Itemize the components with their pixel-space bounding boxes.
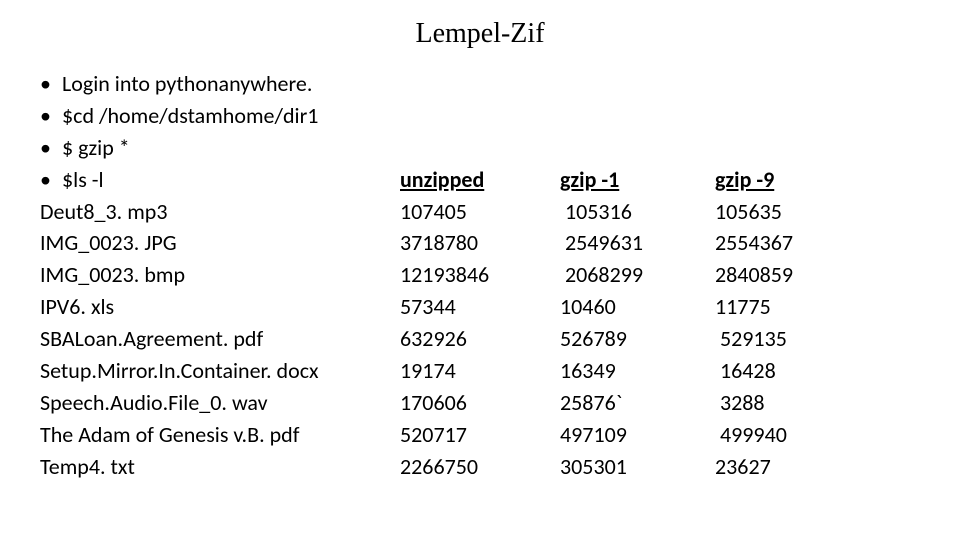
column-header-unzipped: unzipped <box>400 164 560 196</box>
file-name: IPV6. xls <box>40 291 400 323</box>
cell-value: 520717 <box>400 419 560 451</box>
spacer <box>400 68 560 100</box>
cell-value: 632926 <box>400 323 560 355</box>
cell-value: 2554367 <box>715 227 865 259</box>
cell-value: 499940 <box>715 419 865 451</box>
spacer <box>400 100 560 132</box>
cell-value: 105635 <box>715 196 865 228</box>
unzipped-column: unzipped 107405 3718780 12193846 57344 6… <box>400 68 560 483</box>
column-header-gzip9: gzip -9 <box>715 164 865 196</box>
cell-value: 3288 <box>715 387 865 419</box>
gzip1-column: gzip -1 105316 2549631 2068299 10460 526… <box>560 68 715 483</box>
bullet-item: •Login into pythonanywhere. <box>40 68 400 100</box>
cell-value: 57344 <box>400 291 560 323</box>
file-name: Temp4. txt <box>40 451 400 483</box>
bullet-item: •$ gzip * <box>40 132 400 164</box>
cell-value: 23627 <box>715 451 865 483</box>
cell-value: 11775 <box>715 291 865 323</box>
cell-value: 16428 <box>715 355 865 387</box>
file-name: Speech.Audio.File_0. wav <box>40 387 400 419</box>
bullet-dot-icon: • <box>40 164 62 196</box>
bullet-text: $ls -l <box>62 164 104 196</box>
bullet-dot-icon: • <box>40 100 62 132</box>
cell-value: 19174 <box>400 355 560 387</box>
file-name: SBALoan.Agreement. pdf <box>40 323 400 355</box>
cell-value: 2266750 <box>400 451 560 483</box>
cell-value: 2840859 <box>715 259 865 291</box>
cell-value: 497109 <box>560 419 715 451</box>
cell-value: 529135 <box>715 323 865 355</box>
file-name: IMG_0023. JPG <box>40 227 400 259</box>
cell-value: 107405 <box>400 196 560 228</box>
file-name: Setup.Mirror.In.Container. docx <box>40 355 400 387</box>
bullet-dot-icon: • <box>40 132 62 164</box>
slide-body: •Login into pythonanywhere. •$cd /home/d… <box>40 68 920 483</box>
slide-title: Lempel-Zif <box>40 18 920 50</box>
cell-value: 2549631 <box>560 227 715 259</box>
cell-value: 305301 <box>560 451 715 483</box>
spacer <box>715 68 865 100</box>
bullet-item: •$cd /home/dstamhome/dir1 <box>40 100 400 132</box>
file-name: The Adam of Genesis v.B. pdf <box>40 419 400 451</box>
spacer <box>560 68 715 100</box>
bullet-text: Login into pythonanywhere. <box>62 68 312 100</box>
cell-value: 25876` <box>560 387 715 419</box>
cell-value: 2068299 <box>560 259 715 291</box>
column-header-gzip1: gzip -1 <box>560 164 715 196</box>
spacer <box>400 132 560 164</box>
file-column: •Login into pythonanywhere. •$cd /home/d… <box>40 68 400 483</box>
spacer <box>560 132 715 164</box>
gzip9-column: gzip -9 105635 2554367 2840859 11775 529… <box>715 68 865 483</box>
spacer <box>560 100 715 132</box>
cell-value: 10460 <box>560 291 715 323</box>
slide: Lempel-Zif •Login into pythonanywhere. •… <box>0 0 960 540</box>
cell-value: 3718780 <box>400 227 560 259</box>
cell-value: 170606 <box>400 387 560 419</box>
cell-value: 12193846 <box>400 259 560 291</box>
cell-value: 105316 <box>560 196 715 228</box>
file-name: IMG_0023. bmp <box>40 259 400 291</box>
bullet-text: $ gzip * <box>62 132 130 164</box>
cell-value: 526789 <box>560 323 715 355</box>
spacer <box>715 100 865 132</box>
spacer <box>715 132 865 164</box>
bullet-item: •$ls -l <box>40 164 400 196</box>
bullet-text: $cd /home/dstamhome/dir1 <box>62 100 318 132</box>
cell-value: 16349 <box>560 355 715 387</box>
file-name: Deut8_3. mp3 <box>40 196 400 228</box>
bullet-dot-icon: • <box>40 68 62 100</box>
